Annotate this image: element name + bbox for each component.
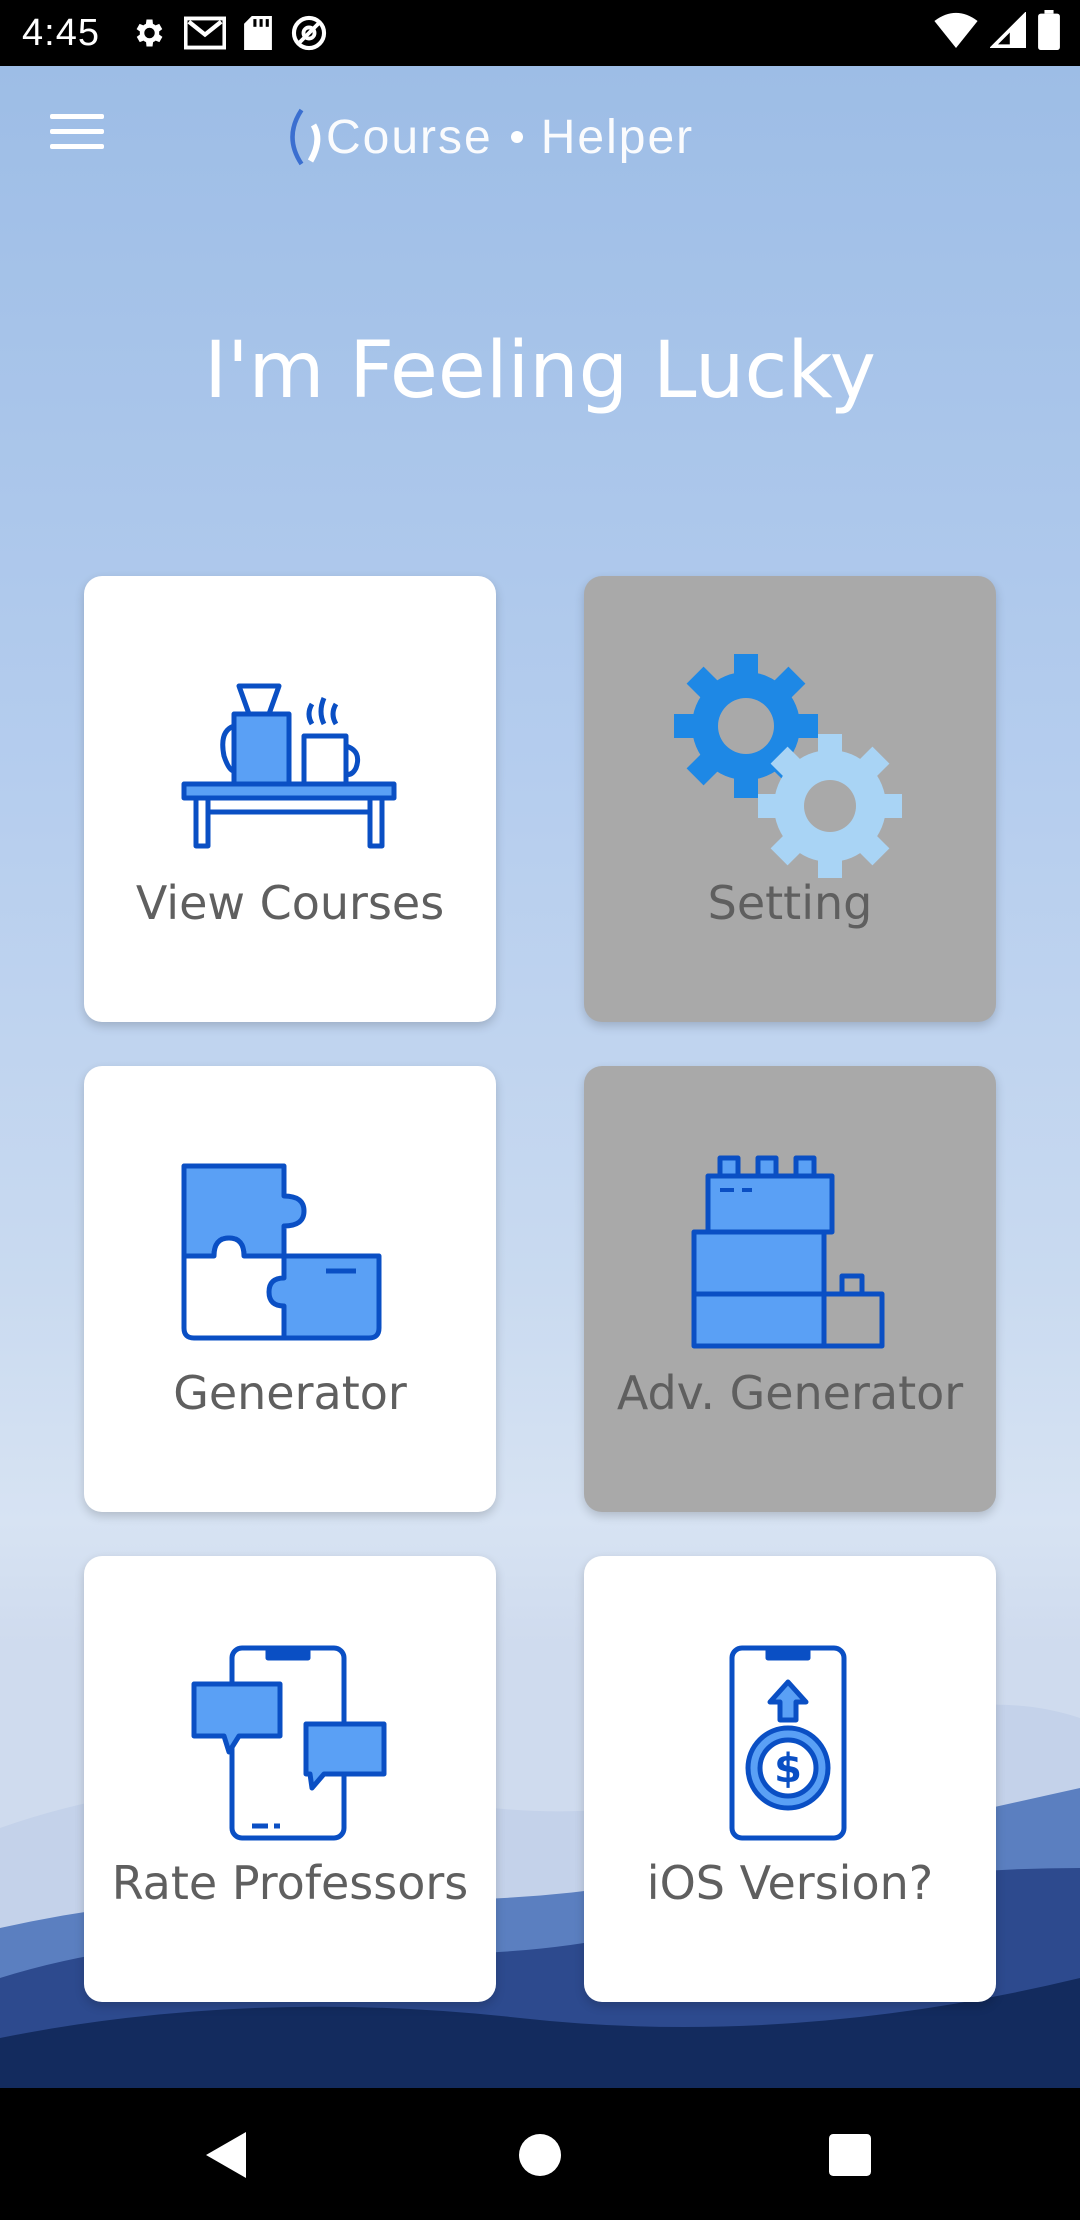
tile-generator[interactable]: Generator	[84, 1066, 496, 1512]
tile-setting[interactable]: Setting	[584, 576, 996, 1022]
logo-dot	[510, 131, 523, 143]
logo-mark-icon	[290, 108, 321, 166]
tile-ios-version[interactable]: $ iOS Version?	[584, 1556, 996, 2002]
tile-label-ios-version: iOS Version?	[646, 1856, 934, 1910]
logo-word-course: Course	[326, 110, 493, 164]
logo-word-helper: Helper	[540, 110, 695, 164]
gmail-icon	[183, 16, 226, 50]
tile-view-courses[interactable]: View Courses	[84, 576, 496, 1022]
back-icon[interactable]	[206, 2132, 246, 2178]
phone-chat-icon	[191, 1645, 387, 1841]
app-content: Course Helper I'm Feeling Lucky View Cou…	[0, 66, 1080, 2088]
tile-label-setting: Setting	[707, 876, 873, 930]
phone-dollar-icon: $	[729, 1645, 847, 1841]
home-icon[interactable]	[519, 2134, 561, 2176]
app-logo: Course Helper	[280, 102, 694, 172]
status-bar: 4:45	[0, 0, 1080, 66]
tile-label-adv-generator: Adv. Generator	[616, 1366, 964, 1420]
tile-rate-professors[interactable]: Rate Professors	[84, 1556, 496, 2002]
coffee-table-icon	[181, 683, 397, 849]
building-blocks-icon	[691, 1155, 885, 1349]
system-nav-bar	[0, 2088, 1080, 2220]
cell-signal-icon	[990, 12, 1026, 48]
tile-label-rate-professors: Rate Professors	[111, 1856, 469, 1910]
wifi-icon	[934, 12, 978, 48]
status-time: 4:45	[22, 11, 100, 54]
gear-icon	[136, 19, 163, 47]
tile-label-view-courses: View Courses	[135, 876, 445, 930]
gears-icon	[674, 654, 902, 878]
battery-icon	[1038, 10, 1060, 50]
recents-icon[interactable]	[829, 2134, 871, 2176]
svg-text:$: $	[774, 1746, 802, 1792]
tile-adv-generator[interactable]: Adv. Generator	[584, 1066, 996, 1512]
tile-label-generator: Generator	[173, 1366, 407, 1420]
hamburger-menu-icon[interactable]	[50, 114, 104, 154]
page-title: I'm Feeling Lucky	[204, 326, 876, 416]
sd-card-icon	[244, 16, 272, 50]
at-sign-icon	[291, 15, 327, 51]
puzzle-icon	[181, 1163, 382, 1341]
